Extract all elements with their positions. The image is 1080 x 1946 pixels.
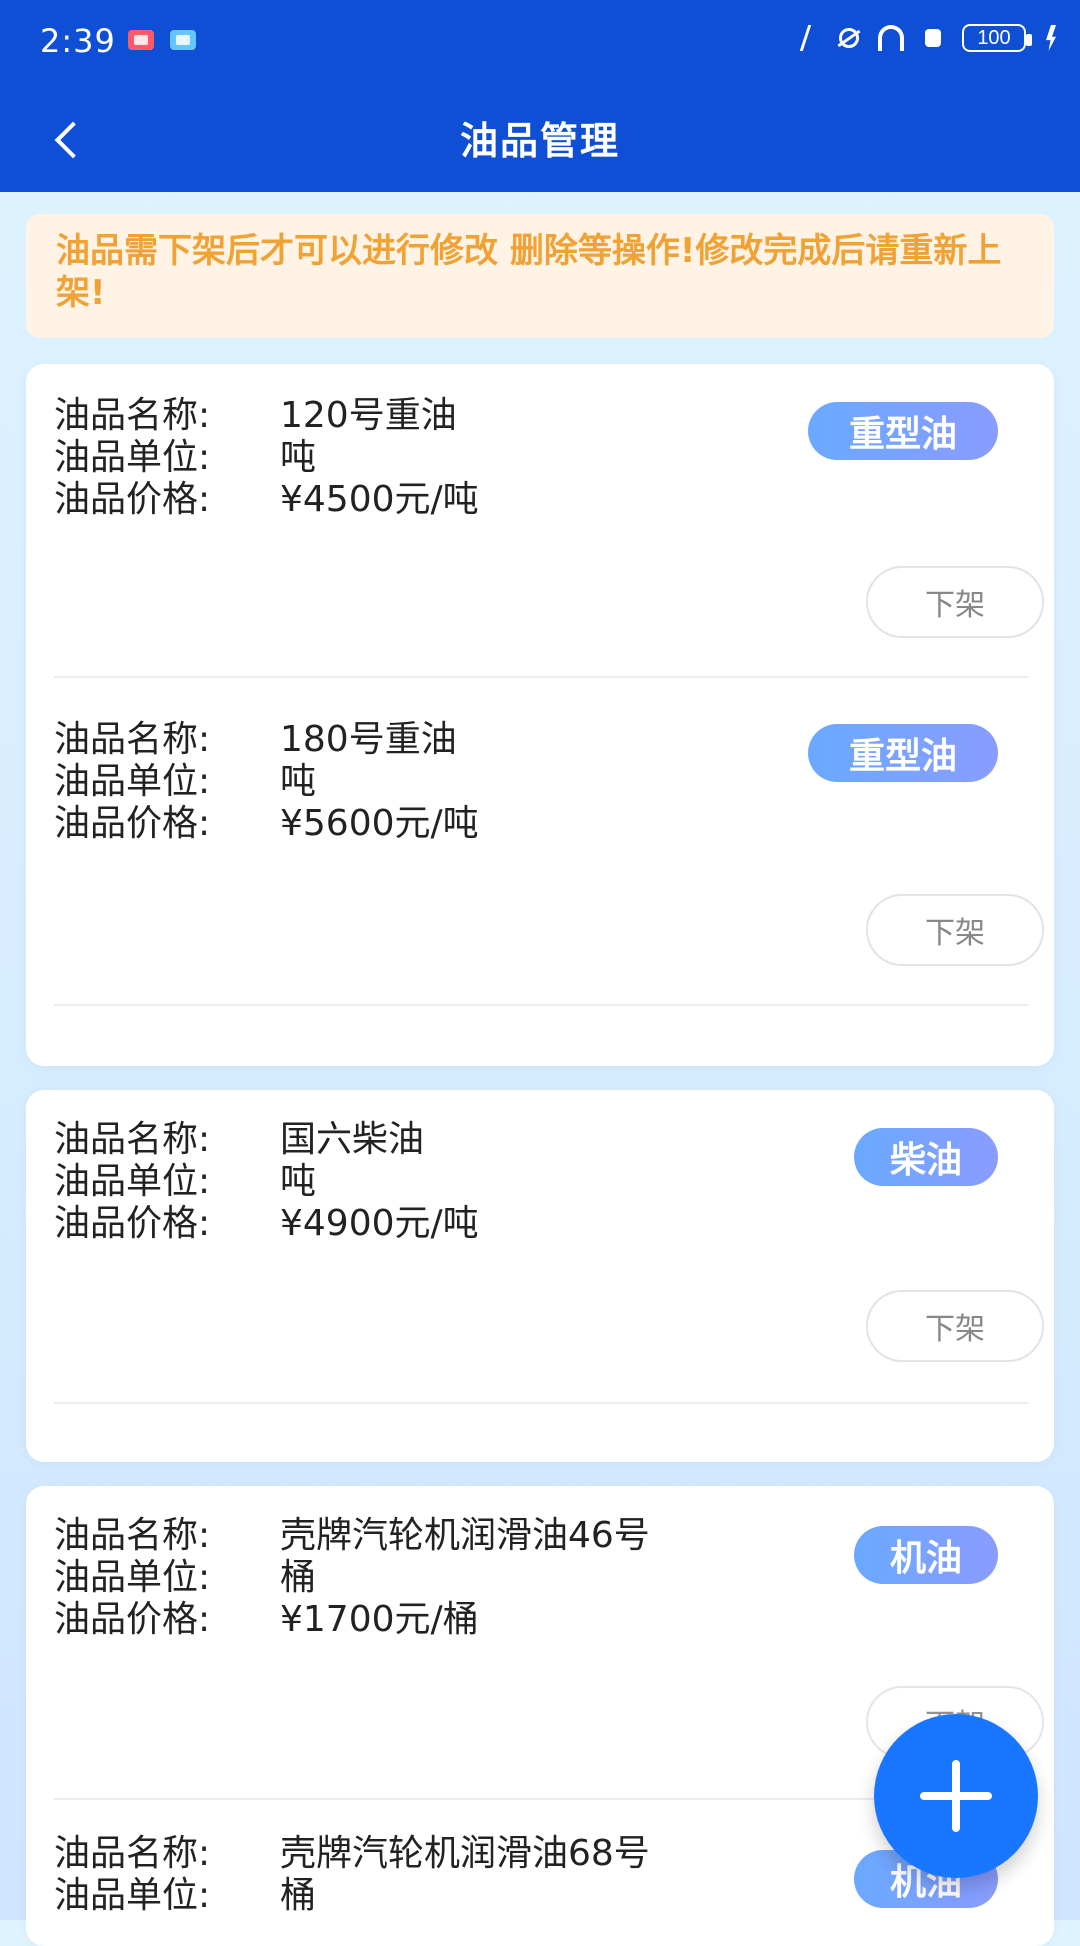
oil-item-0: 油品名称: 120号重油 油品单位: 吨 油品价格: ¥4500元/吨 重型油 …: [26, 364, 1054, 694]
weather-app-icon: [170, 30, 196, 50]
oil-item-1: 油品名称: 180号重油 油品单位: 吨 油品价格: ¥5600元/吨 重型油 …: [26, 694, 1054, 1024]
battery-indicator: 100: [962, 24, 1032, 52]
oil-card-2: 油品名称: 国六柴油 油品单位: 吨 油品价格: ¥4900元/吨 柴油 下架: [26, 1090, 1054, 1462]
oil-price: ¥4900元/吨: [280, 1203, 479, 1244]
app-bar: 油品管理: [0, 84, 1080, 192]
oil-category-badge: 重型油: [808, 402, 998, 460]
notice-banner: 油品需下架后才可以进行修改 删除等操作!修改完成后请重新上架!: [26, 214, 1054, 338]
battery-level: 100: [977, 26, 1011, 49]
charging-icon: [1042, 25, 1060, 51]
status-bar: 2:39 100: [0, 0, 1080, 84]
lock-icon: [920, 25, 946, 51]
status-right-icons: 100: [794, 24, 1060, 52]
unlist-button[interactable]: 下架: [866, 894, 1044, 966]
oil-price-label: 油品价格:: [54, 1599, 211, 1640]
oil-price-label: 油品价格:: [54, 479, 211, 520]
oil-name: 壳牌汽轮机润滑油46号: [280, 1515, 650, 1556]
oil-price: ¥1700元/桶: [280, 1599, 479, 1640]
status-left-icons: [128, 30, 196, 50]
plus-icon: [952, 1760, 960, 1832]
oil-price-label: 油品价格:: [54, 803, 211, 844]
item-divider: [54, 1402, 1028, 1404]
oil-price: ¥4500元/吨: [280, 479, 479, 520]
top-header: 2:39 100 油品管理: [0, 0, 1080, 192]
item-divider: [54, 676, 1028, 678]
oil-category-badge: 重型油: [808, 724, 998, 782]
oil-price: ¥5600元/吨: [280, 803, 479, 844]
status-time: 2:39: [40, 22, 116, 60]
mute-icon: [836, 25, 862, 51]
add-oil-button[interactable]: [874, 1714, 1038, 1878]
oil-item-2: 油品名称: 国六柴油 油品单位: 吨 油品价格: ¥4900元/吨 柴油 下架: [26, 1090, 1054, 1462]
oil-unit-label: 油品单位:: [54, 1875, 211, 1916]
oil-unit: 桶: [280, 1875, 317, 1916]
notification-app-icon: [128, 30, 154, 50]
oil-category-badge: 机油: [854, 1526, 998, 1584]
item-divider: [54, 1004, 1028, 1006]
oil-price-label: 油品价格:: [54, 1203, 211, 1244]
unlist-button[interactable]: 下架: [866, 1290, 1044, 1362]
oil-card-3: 油品名称: 壳牌汽轮机润滑油46号 油品单位: 桶 油品价格: ¥1700元/桶…: [26, 1486, 1054, 1946]
unlist-button[interactable]: 下架: [866, 566, 1044, 638]
page-title: 油品管理: [459, 119, 620, 163]
bluetooth-icon: [794, 25, 820, 51]
oil-card-1: 油品名称: 120号重油 油品单位: 吨 油品价格: ¥4500元/吨 重型油 …: [26, 364, 1054, 1066]
oil-name: 壳牌汽轮机润滑油68号: [280, 1833, 650, 1874]
notice-text: 油品需下架后才可以进行修改 删除等操作!修改完成后请重新上架!: [56, 231, 1002, 313]
oil-category-badge: 柴油: [854, 1128, 998, 1186]
wifi-icon: [878, 25, 904, 51]
